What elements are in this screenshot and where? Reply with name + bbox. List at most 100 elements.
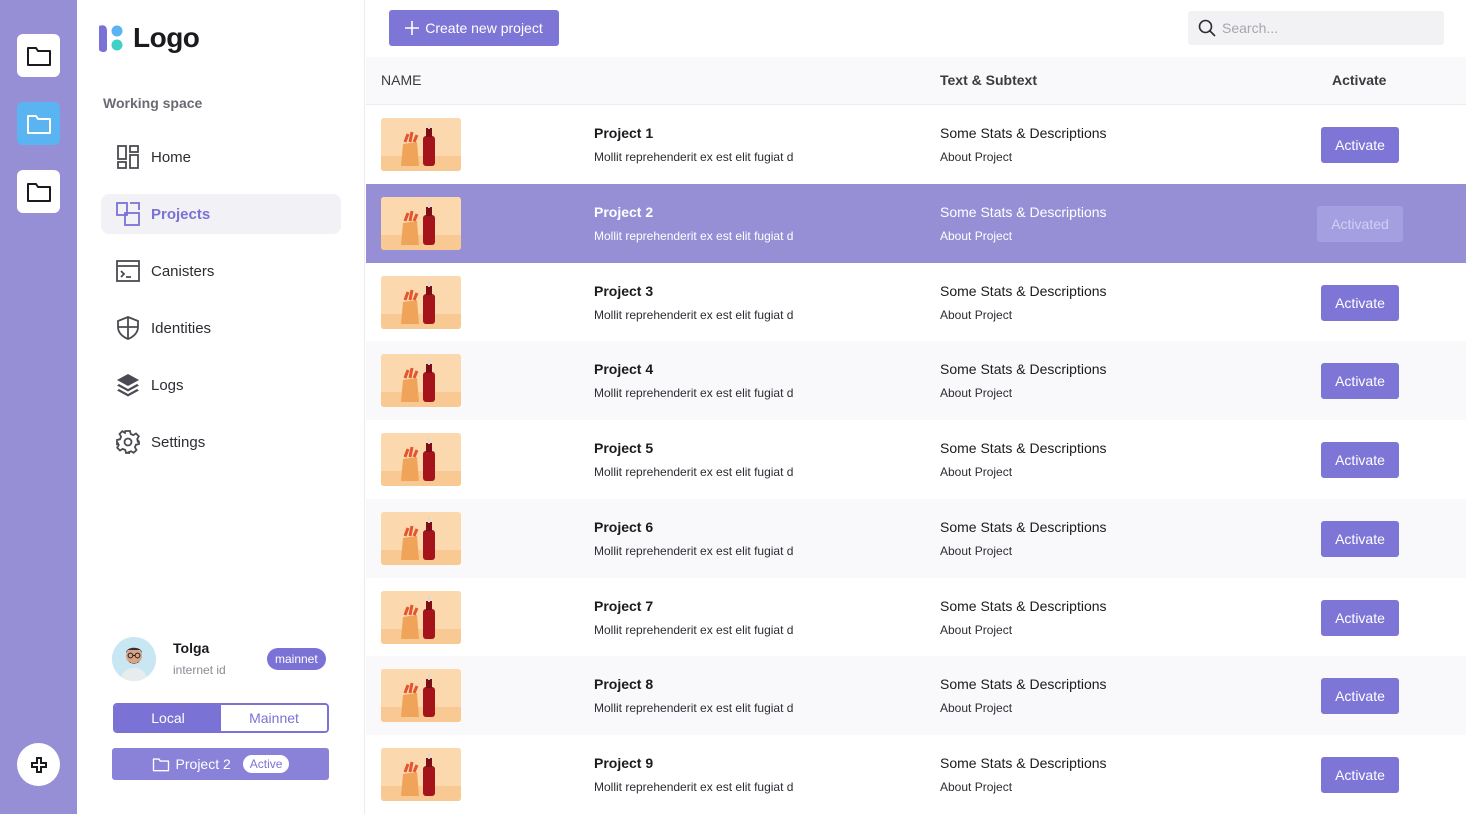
project-thumbnail bbox=[381, 511, 461, 565]
activate-button[interactable]: Activate bbox=[1321, 284, 1399, 321]
plus-icon bbox=[30, 756, 47, 773]
project-name: Project 5 bbox=[594, 440, 654, 456]
project-stats: Some Stats & Descriptions bbox=[940, 518, 1107, 535]
user-subtitle: internet id bbox=[173, 663, 226, 677]
table-header: NAME Text & Subtext Activate bbox=[366, 57, 1466, 105]
add-workspace-button[interactable] bbox=[17, 743, 60, 786]
logo-text: Logo bbox=[133, 22, 200, 53]
rail-folder-button-2[interactable] bbox=[17, 102, 60, 145]
activate-button[interactable]: Activate bbox=[1321, 363, 1399, 400]
status-badge: Active bbox=[242, 755, 290, 773]
section-title: Working space bbox=[103, 95, 203, 111]
folder-icon bbox=[26, 182, 51, 202]
activate-button[interactable]: Activate bbox=[1321, 757, 1399, 793]
folder-icon bbox=[152, 757, 169, 771]
project-description: Mollit reprehenderit ex est elit fugiat … bbox=[594, 150, 794, 164]
table-row[interactable]: Project 5 Mollit reprehenderit ex est eli… bbox=[366, 420, 1466, 499]
table-row[interactable]: Project 4 Mollit reprehenderit ex est eli… bbox=[366, 341, 1466, 421]
project-name: Project 7 bbox=[594, 597, 654, 614]
project-stats: Some Stats & Descriptions bbox=[940, 282, 1107, 299]
network-toggle: Local Mainnet bbox=[113, 703, 329, 733]
table-row[interactable]: Project 2 Mollit reprehenderit ex est eli… bbox=[366, 183, 1466, 263]
sidebar: Logo Working space Home Projects Caniste… bbox=[77, 0, 365, 814]
nav-item-settings[interactable]: Settings bbox=[101, 422, 341, 462]
dashboard-icon bbox=[115, 144, 141, 170]
terminal-icon bbox=[115, 258, 141, 284]
table-row[interactable]: Project 7 Mollit reprehenderit ex est eli… bbox=[366, 578, 1466, 657]
project-stats: Some Stats & Descriptions bbox=[940, 361, 1107, 378]
activate-button[interactable]: Activate bbox=[1321, 127, 1399, 163]
project-name: Project 4 bbox=[594, 361, 654, 378]
table-row[interactable]: Project 9 Mollit reprehenderit ex est eli… bbox=[366, 735, 1466, 814]
nav-label: Canisters bbox=[151, 262, 215, 280]
search-box bbox=[1188, 11, 1444, 45]
projects-icon bbox=[115, 201, 141, 227]
app-rail bbox=[0, 0, 77, 814]
activate-button[interactable]: Activate bbox=[1321, 520, 1399, 557]
project-thumbnail bbox=[381, 748, 461, 801]
project-thumbnail bbox=[381, 433, 461, 486]
project-description: Mollit reprehenderit ex est elit fugiat … bbox=[594, 228, 794, 243]
table-row[interactable]: Project 3 Mollit reprehenderit ex est eli… bbox=[366, 263, 1466, 342]
project-stats: Some Stats & Descriptions bbox=[940, 203, 1107, 220]
nav-item-home[interactable]: Home bbox=[101, 137, 341, 177]
nav-item-identities[interactable]: Identities bbox=[101, 308, 341, 348]
project-about: About Project bbox=[940, 701, 1013, 716]
network-option-local[interactable]: Local bbox=[115, 705, 221, 731]
project-name: Project 6 bbox=[594, 518, 654, 535]
project-about: About Project bbox=[940, 465, 1013, 479]
nav-label: Projects bbox=[151, 205, 211, 223]
project-thumbnail bbox=[381, 669, 461, 723]
project-about: About Project bbox=[940, 228, 1013, 243]
table-row[interactable]: Project 1 Mollit reprehenderit ex est eli… bbox=[366, 105, 1466, 184]
project-about: About Project bbox=[940, 780, 1013, 794]
project-description: Mollit reprehenderit ex est elit fugiat … bbox=[594, 543, 794, 558]
activate-button[interactable]: Activate bbox=[1321, 678, 1399, 715]
project-stats: Some Stats & Descriptions bbox=[940, 755, 1107, 771]
project-description: Mollit reprehenderit ex est elit fugiat … bbox=[594, 701, 794, 716]
shield-icon bbox=[115, 315, 141, 341]
layers-icon bbox=[115, 372, 141, 398]
project-name: Project 2 bbox=[594, 203, 654, 220]
rail-folder-button-1[interactable] bbox=[17, 34, 60, 77]
project-name: Project 9 bbox=[594, 755, 654, 771]
create-project-button[interactable]: Create new project bbox=[389, 10, 559, 46]
nav-label: Home bbox=[151, 148, 192, 166]
main-content: Create new project NAME Text & Subtext A… bbox=[366, 0, 1466, 814]
project-name: Project 8 bbox=[594, 676, 654, 693]
gear-icon bbox=[115, 429, 141, 455]
project-about: About Project bbox=[940, 622, 1013, 637]
table-row[interactable]: Project 6 Mollit reprehenderit ex est eli… bbox=[366, 498, 1466, 578]
project-about: About Project bbox=[940, 543, 1013, 558]
current-project-button[interactable]: Project 2 Active bbox=[112, 748, 329, 780]
activate-button[interactable]: Activate bbox=[1321, 442, 1399, 478]
project-stats: Some Stats & Descriptions bbox=[940, 125, 1107, 141]
project-description: Mollit reprehenderit ex est elit fugiat … bbox=[594, 622, 794, 637]
table-row[interactable]: Project 8 Mollit reprehenderit ex est eli… bbox=[366, 656, 1466, 736]
project-thumbnail bbox=[381, 275, 461, 329]
project-about: About Project bbox=[940, 307, 1013, 322]
network-option-mainnet[interactable]: Mainnet bbox=[221, 705, 327, 731]
project-thumbnail bbox=[381, 196, 461, 250]
project-about: About Project bbox=[940, 150, 1013, 164]
column-header-name[interactable]: NAME bbox=[381, 72, 421, 88]
column-header-text[interactable]: Text & Subtext bbox=[940, 72, 1037, 88]
project-stats: Some Stats & Descriptions bbox=[940, 676, 1107, 693]
column-header-activate[interactable]: Activate bbox=[1332, 72, 1386, 88]
logo[interactable]: Logo bbox=[95, 22, 200, 54]
current-project-name: Project 2 bbox=[175, 756, 231, 772]
activate-button[interactable]: Activate bbox=[1321, 599, 1399, 636]
search-input[interactable] bbox=[1222, 20, 1432, 36]
nav-item-canisters[interactable]: Canisters bbox=[101, 251, 341, 291]
nav-item-projects[interactable]: Projects bbox=[101, 194, 341, 234]
activated-button[interactable]: Activated bbox=[1317, 205, 1403, 242]
rail-folder-button-3[interactable] bbox=[17, 170, 60, 213]
nav-item-logs[interactable]: Logs bbox=[101, 365, 341, 405]
user-card[interactable]: Tolga internet id mainnet bbox=[112, 637, 330, 681]
project-thumbnail bbox=[381, 118, 461, 171]
project-about: About Project bbox=[940, 386, 1013, 401]
search-icon bbox=[1198, 19, 1216, 37]
project-name: Project 1 bbox=[594, 125, 654, 141]
project-description: Mollit reprehenderit ex est elit fugiat … bbox=[594, 465, 794, 479]
project-name: Project 3 bbox=[594, 282, 654, 299]
